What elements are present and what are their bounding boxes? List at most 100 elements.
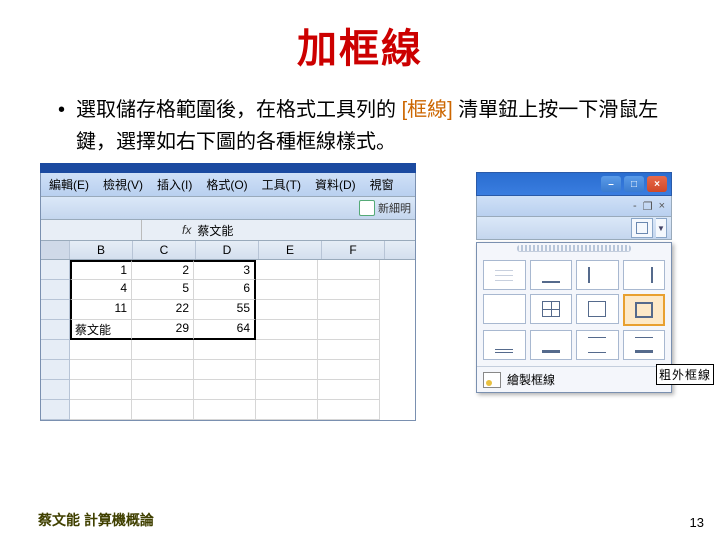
maximize-button[interactable]: □ [624, 176, 644, 192]
col-F[interactable]: F [322, 241, 385, 259]
cell[interactable]: 64 [194, 320, 256, 340]
border-none[interactable] [483, 260, 526, 290]
cell[interactable] [318, 320, 380, 340]
cell[interactable] [194, 400, 256, 420]
cell[interactable] [132, 400, 194, 420]
row-header[interactable] [41, 300, 70, 320]
cell[interactable] [132, 380, 194, 400]
border-thick-box[interactable] [623, 294, 666, 326]
fx-icon[interactable]: fx [182, 223, 191, 237]
borders-dropdown-arrow[interactable]: ▼ [656, 218, 667, 238]
formula-value[interactable]: 蔡文能 [197, 222, 233, 239]
mdi-minimize[interactable]: - [633, 200, 637, 212]
cell[interactable]: 29 [132, 320, 194, 340]
borders-toolbar-button: ▼ [476, 217, 672, 240]
cell[interactable] [132, 360, 194, 380]
cell[interactable] [318, 280, 380, 300]
col-C[interactable]: C [133, 241, 196, 259]
cell[interactable] [132, 340, 194, 360]
page-number: 13 [690, 515, 704, 530]
bullet-text: 選取儲存格範圍後，在格式工具列的 [框線] 清單鈕上按一下滑鼠左鍵，選擇如右下圖… [58, 94, 680, 158]
row-header[interactable] [41, 280, 70, 300]
border-outside[interactable] [576, 294, 619, 324]
cell[interactable]: 蔡文能 [70, 320, 132, 340]
menu-format[interactable]: 格式(O) [206, 176, 247, 193]
cell[interactable] [318, 400, 380, 420]
corner-cell[interactable] [41, 241, 70, 259]
menu-tools[interactable]: 工具(T) [262, 176, 301, 193]
cell[interactable]: 22 [132, 300, 194, 320]
close-button[interactable]: × [647, 176, 667, 192]
border-bottom[interactable] [530, 260, 573, 290]
row-header[interactable] [41, 260, 70, 280]
row-header[interactable] [41, 360, 70, 380]
border-all[interactable] [530, 294, 573, 324]
cell[interactable]: 6 [194, 280, 256, 300]
cell[interactable]: 4 [70, 280, 132, 300]
footer-credit: 蔡文能 計算機概論 [38, 510, 154, 530]
cell[interactable] [256, 300, 318, 320]
cell[interactable] [194, 360, 256, 380]
name-box[interactable] [41, 220, 142, 240]
draw-borders-footer[interactable]: 繪製框線 [477, 366, 671, 392]
excel-screenshot-left: 編輯(E) 檢視(V) 插入(I) 格式(O) 工具(T) 資料(D) 視窗 新… [40, 172, 416, 421]
menu-view[interactable]: 檢視(V) [103, 176, 143, 193]
cell[interactable] [318, 340, 380, 360]
borders-panel: 繪製框線 粗外框線 [476, 242, 672, 393]
cell-grid: 1 2 3 4 5 6 11 22 [41, 260, 415, 420]
border-thick-bottom[interactable] [530, 330, 573, 360]
bullet-pre: 選取儲存格範圍後，在格式工具列的 [76, 99, 402, 121]
row-header[interactable] [41, 320, 70, 340]
menu-insert[interactable]: 插入(I) [157, 176, 192, 193]
cell[interactable] [318, 360, 380, 380]
cell[interactable] [70, 400, 132, 420]
thick-outer-callout: 粗外框線 [656, 364, 714, 385]
cell[interactable] [256, 400, 318, 420]
border-top-thick-bottom[interactable] [623, 330, 666, 360]
menu-data[interactable]: 資料(D) [315, 176, 356, 193]
cell[interactable] [318, 300, 380, 320]
cell[interactable]: 55 [194, 300, 256, 320]
cell[interactable]: 5 [132, 280, 194, 300]
cell[interactable] [70, 360, 132, 380]
cell[interactable]: 11 [70, 300, 132, 320]
col-D[interactable]: D [196, 241, 259, 259]
cell[interactable] [318, 260, 380, 280]
cell[interactable] [194, 340, 256, 360]
mdi-close[interactable]: × [659, 200, 665, 212]
menu-bar: 編輯(E) 檢視(V) 插入(I) 格式(O) 工具(T) 資料(D) 視窗 [41, 173, 415, 197]
border-no-border[interactable] [483, 294, 526, 324]
cell[interactable] [256, 380, 318, 400]
font-name: 新細明 [378, 200, 411, 216]
cell[interactable] [256, 320, 318, 340]
row-header[interactable] [41, 400, 70, 420]
font-selector[interactable]: 新細明 [359, 200, 411, 216]
minimize-button[interactable]: – [601, 176, 621, 192]
row-header[interactable] [41, 380, 70, 400]
border-left[interactable] [576, 260, 619, 290]
cell[interactable]: 2 [132, 260, 194, 280]
menu-window[interactable]: 視窗 [370, 176, 394, 193]
cell[interactable] [256, 360, 318, 380]
mdi-restore[interactable]: ❐ [643, 200, 653, 213]
border-bottom-double[interactable] [483, 330, 526, 360]
cell[interactable]: 3 [194, 260, 256, 280]
cell[interactable] [256, 260, 318, 280]
cell[interactable] [194, 380, 256, 400]
col-B[interactable]: B [70, 241, 133, 259]
cell[interactable]: 1 [70, 260, 132, 280]
row-header[interactable] [41, 340, 70, 360]
col-E[interactable]: E [259, 241, 322, 259]
cell[interactable] [256, 340, 318, 360]
cell[interactable] [70, 380, 132, 400]
border-right[interactable] [623, 260, 666, 290]
cell[interactable] [318, 380, 380, 400]
border-options-grid [477, 254, 671, 366]
border-top-bottom[interactable] [576, 330, 619, 360]
cell[interactable] [256, 280, 318, 300]
borders-button[interactable] [631, 218, 653, 238]
cell[interactable] [70, 340, 132, 360]
bullet-highlight: [框線] [402, 99, 453, 121]
menu-edit[interactable]: 編輯(E) [49, 176, 89, 193]
panel-grip[interactable] [517, 245, 631, 252]
